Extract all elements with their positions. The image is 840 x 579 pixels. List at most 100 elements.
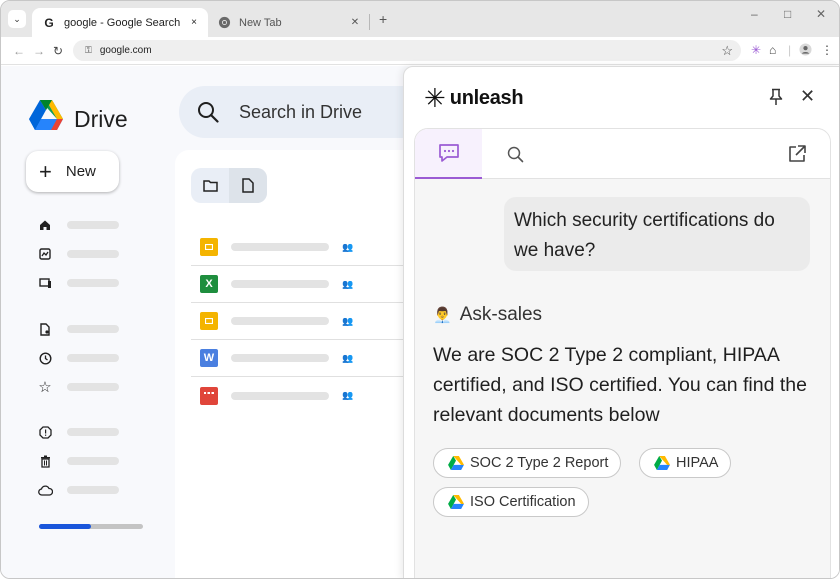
toolbar-divider: | — [788, 43, 792, 57]
sidebar-label-placeholder — [67, 486, 119, 494]
reload-icon[interactable]: ↻ — [53, 44, 63, 58]
chat-bubble-icon — [438, 144, 459, 162]
storage-bar-fill — [39, 524, 91, 529]
sidebar-item-trash[interactable] — [37, 453, 127, 469]
site-info-icon[interactable]: ⚿ — [85, 45, 92, 56]
close-tab-icon[interactable]: × — [186, 17, 202, 28]
sidebar-item-shared[interactable] — [37, 321, 127, 337]
video-file-icon — [200, 386, 218, 405]
chrome-icon — [217, 16, 231, 30]
sidebar-item-starred[interactable]: ☆ — [37, 379, 127, 396]
sidebar-item-spam[interactable] — [37, 424, 127, 440]
shared-people-icon: 👥 — [342, 352, 354, 363]
address-text: google.com — [99, 45, 152, 56]
close-window-button[interactable]: ✕ — [816, 7, 826, 21]
source-chip-iso[interactable]: ISO Certification — [433, 487, 589, 517]
tab-new-tab[interactable]: New Tab ✕ — [209, 8, 369, 37]
chevron-down-icon: ⌄ — [13, 13, 21, 24]
close-panel-button[interactable]: ✕ — [800, 86, 815, 107]
drive-search-input[interactable]: Search in Drive — [179, 86, 439, 138]
shared-people-icon: 👥 — [342, 278, 354, 289]
new-button[interactable]: + New — [26, 151, 119, 192]
browser-toolbar: ← → ↻ ⚿ google.com ☆ ✳ ⌂ | ⋮ — [1, 37, 839, 65]
tab-strip: ⌄ G google - Google Search × New Tab ✕ +… — [1, 1, 839, 37]
recent-icon — [37, 350, 53, 366]
tab-chat[interactable] — [415, 129, 482, 179]
sidebar-label-placeholder — [67, 250, 119, 258]
file-row[interactable]: 👥 — [191, 377, 411, 414]
unleash-mark-icon: ✳ — [424, 83, 446, 113]
file-name-placeholder — [231, 243, 329, 251]
address-bar[interactable]: ⚿ google.com ☆ — [73, 40, 741, 61]
pin-icon[interactable] — [768, 88, 784, 106]
files-view-button[interactable] — [229, 168, 267, 203]
sidebar-item-workspaces[interactable] — [37, 275, 127, 291]
user-message: Which security certifications do we have… — [504, 197, 810, 271]
file-row[interactable]: W 👥 — [191, 340, 411, 377]
source-chip-hipaa[interactable]: HIPAA — [639, 448, 732, 478]
close-tab-icon[interactable]: ✕ — [347, 17, 363, 28]
unleash-extension-icon[interactable]: ✳ — [751, 43, 761, 57]
new-tab-button[interactable]: + — [379, 11, 387, 27]
unleash-panel: ✳ unleash ✕ Which security certification… — [403, 66, 839, 578]
cloud-icon — [37, 482, 53, 498]
shared-people-icon: 👥 — [342, 241, 354, 252]
brand-name: unleash — [449, 86, 524, 109]
sheets-file-icon: X — [200, 275, 218, 293]
bookmark-star-icon[interactable]: ☆ — [721, 43, 733, 59]
file-row[interactable]: 👥 — [191, 303, 411, 340]
trash-icon — [37, 453, 53, 469]
word-file-icon: W — [200, 349, 218, 367]
home-icon — [37, 217, 53, 233]
folders-view-button[interactable] — [191, 168, 229, 203]
slides-file-icon — [200, 312, 218, 330]
file-name-placeholder — [231, 280, 329, 288]
maximize-button[interactable]: □ — [784, 7, 791, 21]
sidebar-item-home[interactable] — [37, 217, 127, 233]
bot-avatar-icon: 👨‍💼 — [433, 307, 452, 324]
google-drive-logo — [29, 100, 63, 130]
storage-bar — [39, 524, 143, 529]
profile-avatar-icon[interactable] — [799, 43, 812, 59]
google-drive-icon — [448, 495, 464, 509]
back-icon[interactable]: ← — [13, 44, 25, 58]
sidebar-label-placeholder — [67, 457, 119, 465]
tab-title: New Tab — [239, 16, 282, 29]
google-icon: G — [44, 15, 54, 30]
open-external-button[interactable] — [763, 129, 830, 179]
tab-search[interactable] — [482, 129, 549, 179]
file-name-placeholder — [231, 391, 329, 400]
browser-window: ⌄ G google - Google Search × New Tab ✕ +… — [0, 0, 840, 579]
forward-icon[interactable]: → — [33, 44, 45, 58]
tab-search-button[interactable]: ⌄ — [8, 10, 26, 28]
star-icon: ☆ — [38, 379, 52, 396]
folder-icon — [202, 180, 218, 192]
activity-icon — [37, 246, 53, 262]
minimize-button[interactable]: – — [751, 7, 758, 21]
tab-google-search[interactable]: G google - Google Search × — [32, 8, 208, 37]
file-name-placeholder — [231, 317, 329, 325]
google-drive-icon — [654, 456, 670, 470]
file-row[interactable]: 👥 — [191, 229, 411, 266]
chat-container: Which security certifications do we have… — [414, 128, 831, 578]
tab-title: google - Google Search — [64, 16, 181, 29]
search-placeholder: Search in Drive — [239, 101, 363, 122]
chip-label: SOC 2 Type 2 Report — [470, 455, 609, 471]
sidebar-item-activity[interactable] — [37, 246, 127, 262]
tab-separator — [369, 14, 370, 30]
sidebar-item-storage[interactable] — [37, 482, 127, 498]
external-link-icon — [788, 145, 806, 162]
unleash-logo: ✳ unleash — [424, 83, 524, 113]
source-chip-soc2[interactable]: SOC 2 Type 2 Report — [433, 448, 622, 478]
chip-label: HIPAA — [676, 455, 719, 471]
sidebar-label-placeholder — [67, 354, 119, 362]
file-name-placeholder — [231, 354, 329, 362]
search-icon — [507, 146, 524, 162]
spam-icon — [37, 424, 53, 440]
sidebar-item-recent[interactable] — [37, 350, 127, 366]
file-row[interactable]: X 👥 — [191, 266, 411, 303]
browser-menu-icon[interactable]: ⋮ — [821, 43, 833, 57]
sidebar-label-placeholder — [67, 221, 119, 229]
extensions-puzzle-icon[interactable]: ⌂ — [769, 43, 776, 57]
view-toggle — [191, 168, 267, 203]
